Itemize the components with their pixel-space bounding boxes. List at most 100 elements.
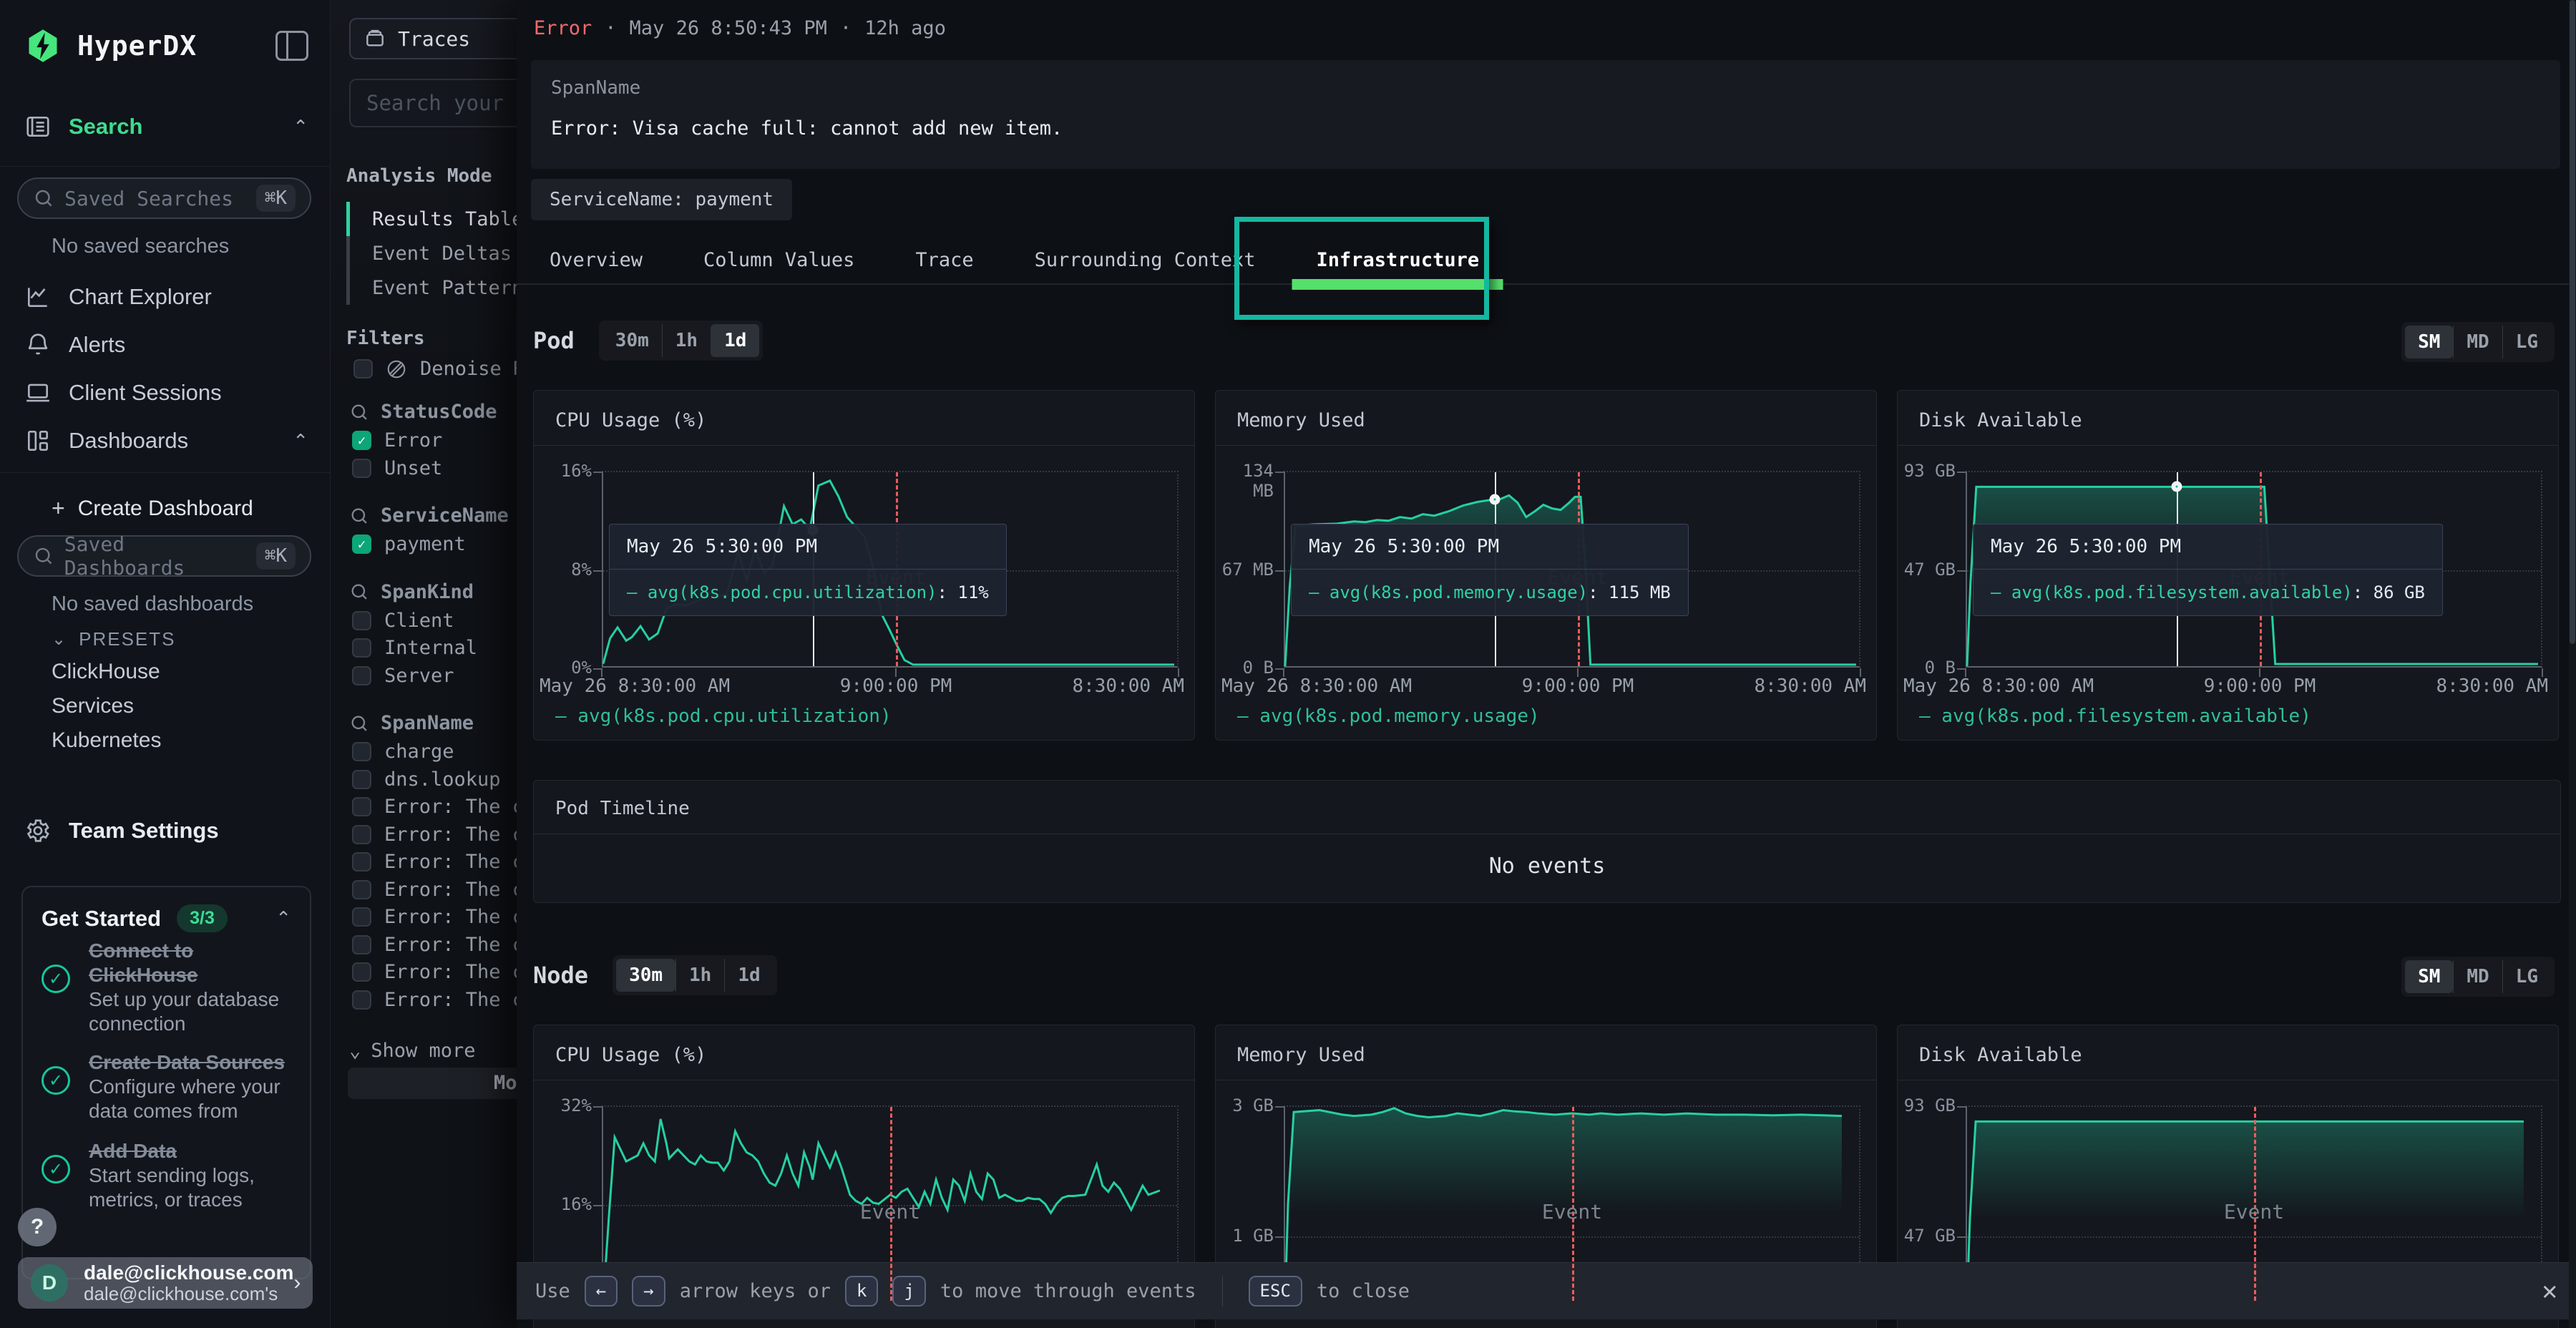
checkbox-icon — [352, 666, 371, 685]
filter-group-header: SpanName — [349, 712, 474, 734]
tab-surrounding-context[interactable]: Surrounding Context — [1035, 236, 1256, 283]
get-started-step[interactable]: ✓ Connect to ClickHouse Set up your data… — [42, 939, 296, 1037]
filter-option-error-the-cr[interactable]: Error: The cr — [352, 824, 535, 846]
sidebar-item-chart-explorer[interactable]: Chart Explorer — [24, 283, 308, 311]
hyperdx-app: HyperDX Search ⌃ Saved Searches ⌘K No sa… — [0, 0, 2576, 1328]
filter-option-charge[interactable]: charge — [352, 741, 454, 763]
keyboard-hint-bar: Use ← → arrow keys or k j to move throug… — [517, 1262, 2576, 1319]
node-size-control: SMMDLG — [2401, 957, 2555, 997]
search-icon — [349, 582, 369, 602]
node-range-1h[interactable]: 1h — [675, 959, 724, 992]
filter-option-error-the-cr[interactable]: Error: The cr — [352, 879, 535, 901]
tab-infrastructure[interactable]: Infrastructure — [1317, 236, 1480, 283]
filter-option-client[interactable]: Client — [352, 610, 454, 632]
node-range-1d[interactable]: 1d — [724, 959, 773, 992]
scrollbar[interactable] — [2569, 0, 2576, 1328]
grid-icon — [24, 427, 52, 454]
checkbox-icon — [353, 359, 373, 379]
preset-kubernetes[interactable]: Kubernetes — [52, 728, 161, 753]
y-axis-tick — [1275, 472, 1284, 473]
help-button[interactable]: ? — [18, 1208, 57, 1246]
sidebar-item-dashboards[interactable]: Dashboards ⌃ — [24, 427, 308, 454]
event-marker-label: Event — [2224, 1200, 2284, 1224]
sidebar-item-client-sessions[interactable]: Client Sessions — [24, 379, 308, 406]
node-size-lg[interactable]: LG — [2502, 960, 2551, 993]
y-axis-tick-label: 8% — [535, 560, 592, 580]
trace-detail-panel: Error · May 26 8:50:43 PM · 12h ago Span… — [517, 0, 2576, 1328]
node-size-sm[interactable]: SM — [2405, 960, 2453, 993]
avatar: D — [31, 1264, 68, 1302]
filter-option-error-the-cr[interactable]: Error: The cr — [352, 906, 535, 928]
filter-option-error-the-cr[interactable]: Error: The cr — [352, 989, 535, 1011]
x-axis-labels: May 26 8:30:00 AM9:00:00 PM8:30:00 AM — [1284, 675, 1860, 700]
chart-plot-pod-disk[interactable]: 93 GB47 GB0 BEventMay 26 5:30:00 PM— avg… — [1966, 471, 2542, 668]
sidebar-item-team-settings[interactable]: Team Settings — [24, 817, 308, 844]
pod-timeline-title: Pod Timeline — [555, 798, 690, 819]
filter-option-error-the-cr[interactable]: Error: The cr — [352, 851, 535, 873]
filter-option-server[interactable]: Server — [352, 665, 454, 687]
y-axis-tick-label: 32% — [535, 1096, 592, 1116]
filter-option-error-the-cr[interactable]: Error: The cr — [352, 961, 535, 983]
analysis-mode-option[interactable]: Results Table — [346, 202, 535, 236]
denoise-results-checkbox[interactable]: Denoise Re — [353, 358, 537, 380]
show-more-button[interactable]: ⌄ Show more — [349, 1040, 476, 1062]
filter-option-internal[interactable]: Internal — [352, 637, 477, 659]
pod-size-md[interactable]: MD — [2453, 326, 2502, 358]
filter-option-label: Error: The cr — [384, 851, 535, 873]
pod-range-1d[interactable]: 1d — [711, 324, 759, 357]
active-indicator — [346, 270, 350, 305]
tab-column-values[interactable]: Column Values — [703, 236, 854, 283]
x-axis-tick-label: 8:30:00 AM — [2436, 675, 2548, 697]
service-name-chip[interactable]: ServiceName: payment — [531, 179, 792, 220]
analysis-mode-option[interactable]: Event Deltas — [346, 236, 535, 270]
sidebar-item-search[interactable]: Search ⌃ — [24, 113, 308, 140]
x-axis-tick-label: May 26 8:30:00 AM — [1221, 675, 1412, 697]
node-range-30m[interactable]: 30m — [616, 959, 675, 992]
preset-clickhouse[interactable]: ClickHouse — [52, 660, 160, 684]
filter-option-error-the-cr[interactable]: Error: The cr — [352, 934, 535, 956]
analysis-mode-option[interactable]: Event Patterns — [346, 270, 535, 305]
y-axis-tick-label: 16% — [535, 462, 592, 482]
no-events-text: No events — [534, 854, 2560, 879]
node-size-md[interactable]: MD — [2453, 960, 2502, 993]
presets-toggle[interactable]: ⌄ PRESETS — [52, 628, 308, 650]
saved-dashboards-input[interactable]: Saved Dashboards ⌘K — [17, 535, 311, 577]
filter-option-unset[interactable]: Unset — [352, 457, 442, 479]
filter-option-label: Error: The cr — [384, 824, 535, 846]
filter-option-payment[interactable]: ✓payment — [352, 533, 466, 555]
pod-range-30m[interactable]: 30m — [602, 324, 662, 357]
filter-option-error[interactable]: ✓Error — [352, 429, 442, 451]
scrollbar-thumb[interactable] — [2570, 0, 2575, 644]
pod-range-1h[interactable]: 1h — [662, 324, 711, 357]
preset-services[interactable]: Services — [52, 694, 134, 718]
filter-option-label: Server — [384, 665, 454, 687]
collapse-sidebar-icon[interactable] — [275, 31, 308, 61]
y-axis-tick — [593, 570, 602, 572]
filter-option-dns-lookup[interactable]: dns.lookup — [352, 768, 501, 791]
filter-option-error-the-cr[interactable]: Error: The cr — [352, 796, 535, 818]
pod-size-sm[interactable]: SM — [2405, 326, 2453, 358]
detail-tabs: Overview Column Values Trace Surrounding Co… — [517, 236, 2576, 285]
search-icon — [349, 506, 369, 526]
user-menu[interactable]: D dale@clickhouse.com dale@clickhouse.co… — [18, 1257, 313, 1309]
chart-plot-pod-mem[interactable]: 134 MB67 MB0 BEventMay 26 5:30:00 PM— av… — [1284, 471, 1860, 668]
create-dashboard-button[interactable]: + Create Dashboard — [52, 495, 308, 522]
chevron-up-icon[interactable]: ⌃ — [275, 907, 291, 929]
x-axis-tick-label: 8:30:00 AM — [1072, 675, 1184, 697]
chart-title: Disk Available — [1919, 409, 2082, 431]
tab-trace[interactable]: Trace — [915, 236, 973, 283]
chart-card-pod-disk: Disk Available 93 GB47 GB0 BEventMay 26 5… — [1897, 390, 2559, 741]
tooltip-series-name: — avg(k8s.pod.filesystem.available) — [1991, 582, 2353, 602]
chart-title: CPU Usage (%) — [555, 1044, 706, 1066]
close-icon[interactable]: ✕ — [2542, 1276, 2557, 1306]
sidebar-item-alerts[interactable]: Alerts — [24, 331, 308, 358]
chart-plot-pod-cpu[interactable]: 16%8%0%EventMay 26 5:30:00 PM— avg(k8s.p… — [602, 471, 1179, 668]
get-started-step[interactable]: ✓ Create Data Sources Configure where yo… — [42, 1050, 296, 1123]
tooltip-timestamp: May 26 5:30:00 PM — [610, 524, 1006, 570]
filter-group-header: StatusCode — [349, 401, 497, 423]
saved-searches-input[interactable]: Saved Searches ⌘K — [17, 177, 311, 219]
checkbox-icon — [352, 770, 371, 789]
get-started-step[interactable]: ✓ Add Data Start sending logs, metrics, … — [42, 1139, 296, 1212]
tab-overview[interactable]: Overview — [550, 236, 643, 283]
pod-size-lg[interactable]: LG — [2502, 326, 2551, 358]
